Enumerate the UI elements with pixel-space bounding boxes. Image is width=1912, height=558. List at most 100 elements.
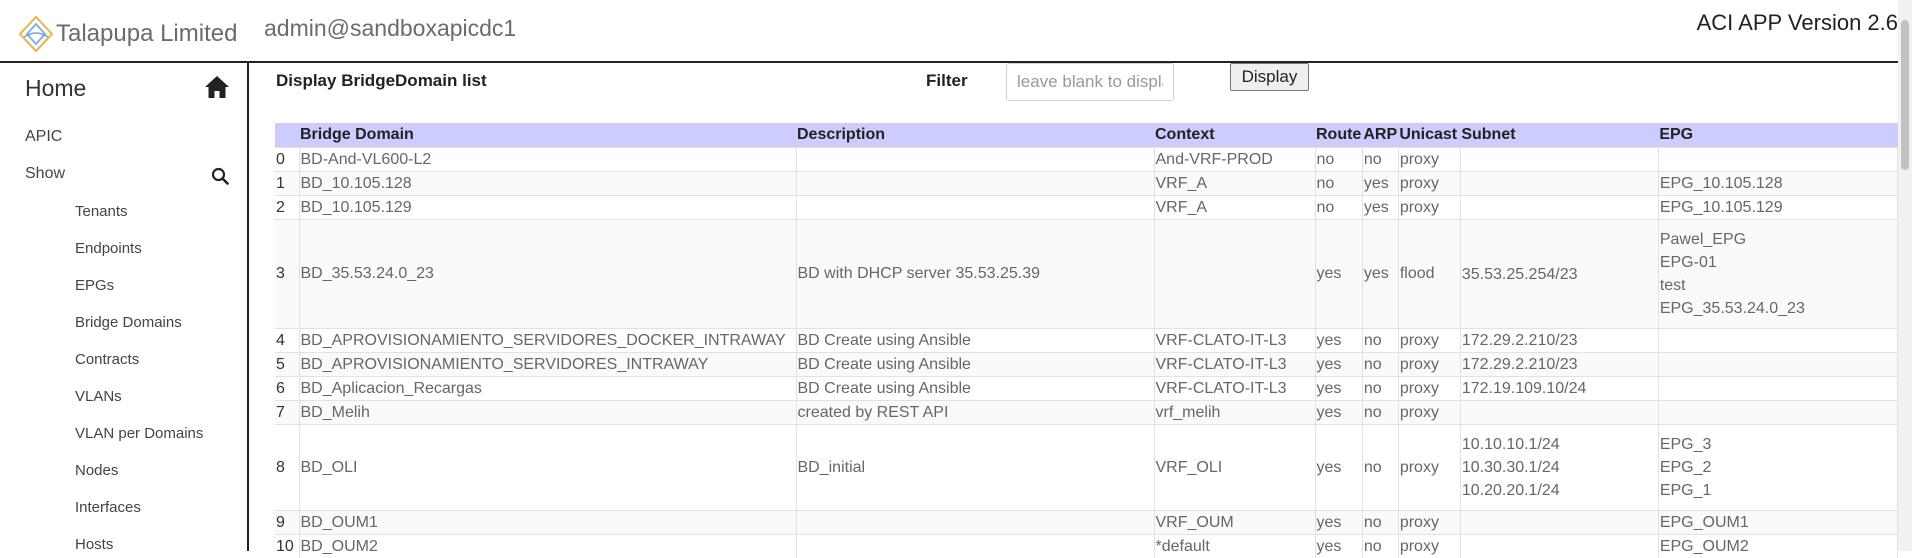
- cell-route: yes: [1315, 353, 1362, 377]
- cell-route: yes: [1315, 377, 1362, 401]
- cell-unicast: proxy: [1398, 148, 1460, 172]
- cell-subnet: [1460, 148, 1658, 172]
- sidebar-item-tenants[interactable]: Tenants: [75, 203, 128, 220]
- epg-value: test: [1660, 274, 1896, 297]
- cell-bridge-domain: BD-And-VL600-L2: [299, 148, 796, 172]
- column-header-index: [275, 123, 299, 148]
- cell-unicast: proxy: [1398, 329, 1460, 353]
- cell-context: [1154, 220, 1315, 329]
- cell-context: VRF-CLATO-IT-L3: [1154, 329, 1315, 353]
- cell-description: [796, 196, 1154, 220]
- sidebar-item-vlans[interactable]: VLANs: [75, 388, 122, 405]
- cell-arp: no: [1362, 329, 1398, 353]
- cell-bridge-domain: BD_OUM2: [299, 535, 796, 558]
- cell-description: created by REST API: [796, 401, 1154, 425]
- cell-route: yes: [1315, 511, 1362, 535]
- cell-route: no: [1315, 172, 1362, 196]
- table-row: 8BD_OLIBD_initialVRF_OLIyesnoproxy10.10.…: [275, 425, 1898, 511]
- cell-subnet: [1460, 535, 1658, 558]
- sidebar-item-interfaces[interactable]: Interfaces: [75, 499, 141, 516]
- table-row: 9BD_OUM1VRF_OUMyesnoproxyEPG_OUM1: [275, 511, 1898, 535]
- sidebar-item-vlan-per-domains[interactable]: VLAN per Domains: [75, 425, 203, 442]
- cell-epg: [1658, 401, 1897, 425]
- cell-unicast: flood: [1398, 220, 1460, 329]
- cell-description: [796, 148, 1154, 172]
- cell-bridge-domain: BD_OLI: [299, 425, 796, 511]
- subnet-value: 172.29.2.210/23: [1462, 329, 1657, 352]
- cell-route: yes: [1315, 329, 1362, 353]
- display-button[interactable]: Display: [1230, 63, 1309, 91]
- cell-unicast: proxy: [1398, 353, 1460, 377]
- cell-unicast: proxy: [1398, 425, 1460, 511]
- epg-value: EPG_35.53.24.0_23: [1660, 297, 1896, 320]
- epg-value: EPG_3: [1660, 433, 1896, 456]
- subnet-value: 10.10.10.1/24: [1462, 433, 1657, 456]
- filter-label: Filter: [926, 71, 968, 91]
- table-row: 1BD_10.105.128VRF_AnoyesproxyEPG_10.105.…: [275, 172, 1898, 196]
- cell-subnet: [1460, 511, 1658, 535]
- column-header-route[interactable]: Route: [1315, 123, 1362, 148]
- cell-index: 9: [275, 511, 299, 535]
- column-header-description[interactable]: Description: [796, 123, 1154, 148]
- cell-route: yes: [1315, 425, 1362, 511]
- cell-epg: EPG_OUM2: [1658, 535, 1897, 558]
- cell-epg: EPG_10.105.128: [1658, 172, 1897, 196]
- cell-bridge-domain: BD_APROVISIONAMIENTO_SERVIDORES_DOCKER_I…: [299, 329, 796, 353]
- cell-index: 4: [275, 329, 299, 353]
- column-header-bridge-domain[interactable]: Bridge Domain: [299, 123, 796, 148]
- sidebar-item-bridge-domains[interactable]: Bridge Domains: [75, 314, 182, 331]
- sidebar-item-show[interactable]: Show: [25, 165, 65, 183]
- cell-bridge-domain: BD_10.105.129: [299, 196, 796, 220]
- column-header-unicast[interactable]: Unicast: [1398, 123, 1460, 148]
- cell-index: 5: [275, 353, 299, 377]
- cell-subnet: [1460, 401, 1658, 425]
- column-header-context[interactable]: Context: [1154, 123, 1315, 148]
- subnet-value: 172.29.2.210/23: [1462, 353, 1657, 376]
- cell-arp: no: [1362, 377, 1398, 401]
- sidebar-item-nodes[interactable]: Nodes: [75, 462, 118, 479]
- search-icon[interactable]: [211, 167, 229, 185]
- cell-description: [796, 172, 1154, 196]
- home-icon[interactable]: [204, 74, 230, 100]
- epg-value: EPG_10.105.129: [1660, 196, 1896, 219]
- epg-value: EPG_1: [1660, 479, 1896, 502]
- cell-bridge-domain: BD_APROVISIONAMIENTO_SERVIDORES_INTRAWAY: [299, 353, 796, 377]
- cell-bridge-domain: BD_Aplicacion_Recargas: [299, 377, 796, 401]
- cell-arp: no: [1362, 401, 1398, 425]
- cell-epg: [1658, 329, 1897, 353]
- page-scrollbar[interactable]: [1898, 0, 1912, 551]
- subnet-value: 10.30.30.1/24: [1462, 456, 1657, 479]
- cell-index: 10: [275, 535, 299, 558]
- sidebar-item-contracts[interactable]: Contracts: [75, 351, 139, 368]
- sidebar-item-epgs[interactable]: EPGs: [75, 277, 114, 294]
- table-row: 7BD_Melihcreated by REST APIvrf_melihyes…: [275, 401, 1898, 425]
- cell-epg: [1658, 148, 1897, 172]
- page-title: Display BridgeDomain list: [276, 71, 487, 91]
- cell-arp: yes: [1362, 220, 1398, 329]
- subnet-value: 35.53.25.254/23: [1462, 263, 1657, 286]
- column-header-epg[interactable]: EPG: [1658, 123, 1897, 148]
- cell-subnet: 172.19.109.10/24: [1460, 377, 1658, 401]
- table-row: 4BD_APROVISIONAMIENTO_SERVIDORES_DOCKER_…: [275, 329, 1898, 353]
- cell-bridge-domain: BD_Melih: [299, 401, 796, 425]
- sidebar-item-hosts[interactable]: Hosts: [75, 536, 113, 553]
- cell-context: VRF_OUM: [1154, 511, 1315, 535]
- cell-unicast: proxy: [1398, 196, 1460, 220]
- column-header-arp[interactable]: ARP: [1362, 123, 1398, 148]
- epg-value: Pawel_EPG: [1660, 228, 1896, 251]
- table-row: 5BD_APROVISIONAMIENTO_SERVIDORES_INTRAWA…: [275, 353, 1898, 377]
- cell-unicast: proxy: [1398, 401, 1460, 425]
- cell-bridge-domain: BD_10.105.128: [299, 172, 796, 196]
- cell-arp: yes: [1362, 196, 1398, 220]
- table-row: 3BD_35.53.24.0_23BD with DHCP server 35.…: [275, 220, 1898, 329]
- cell-context: VRF_A: [1154, 172, 1315, 196]
- table-row: 10BD_OUM2*defaultyesnoproxyEPG_OUM2: [275, 535, 1898, 558]
- sidebar-home-link[interactable]: Home: [25, 75, 86, 102]
- cell-context: VRF_A: [1154, 196, 1315, 220]
- brand-name[interactable]: Talapupa Limited: [56, 20, 237, 48]
- column-header-subnet[interactable]: Subnet: [1460, 123, 1658, 148]
- epg-value: EPG-01: [1660, 251, 1896, 274]
- sidebar-item-endpoints[interactable]: Endpoints: [75, 240, 142, 257]
- sidebar-item-apic[interactable]: APIC: [25, 128, 62, 146]
- filter-input[interactable]: [1006, 63, 1174, 101]
